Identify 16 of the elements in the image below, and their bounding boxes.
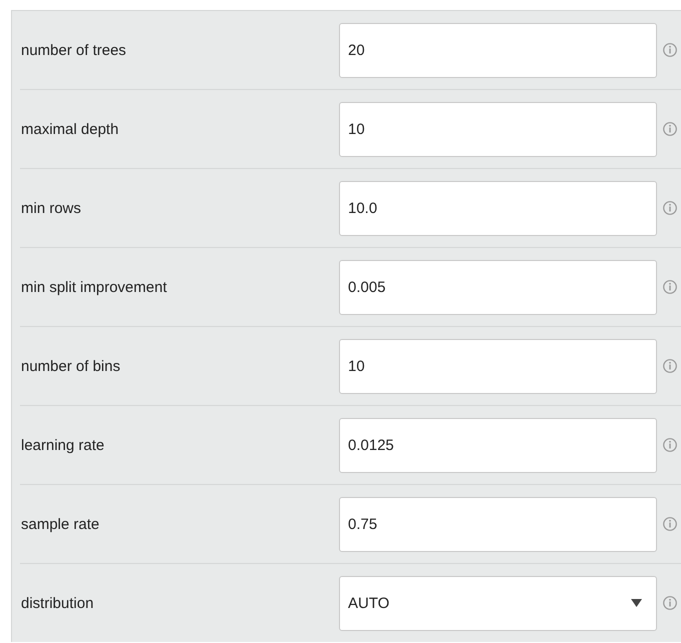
input-field[interactable]: 0.005	[339, 260, 657, 314]
field-label: maximal depth	[20, 120, 120, 138]
input-field[interactable]: 0.75	[339, 496, 657, 552]
input-field[interactable]: 10.0	[339, 180, 657, 236]
input-field[interactable]: 10	[339, 102, 657, 156]
input-field[interactable]: 20	[339, 22, 657, 78]
field-label: distribution	[20, 594, 95, 612]
input-field[interactable]: 0.0125	[339, 418, 657, 472]
field-label: min rows	[20, 200, 82, 216]
field-label: sample rate	[20, 516, 100, 532]
field-label: learning rate	[20, 436, 106, 454]
field-label: min split improvement	[20, 278, 168, 296]
field-label: number of trees	[20, 42, 128, 58]
field-label: number of bins	[20, 358, 122, 374]
input-field[interactable]: 10	[339, 338, 657, 394]
dropdown[interactable]: AUTO	[339, 576, 657, 630]
